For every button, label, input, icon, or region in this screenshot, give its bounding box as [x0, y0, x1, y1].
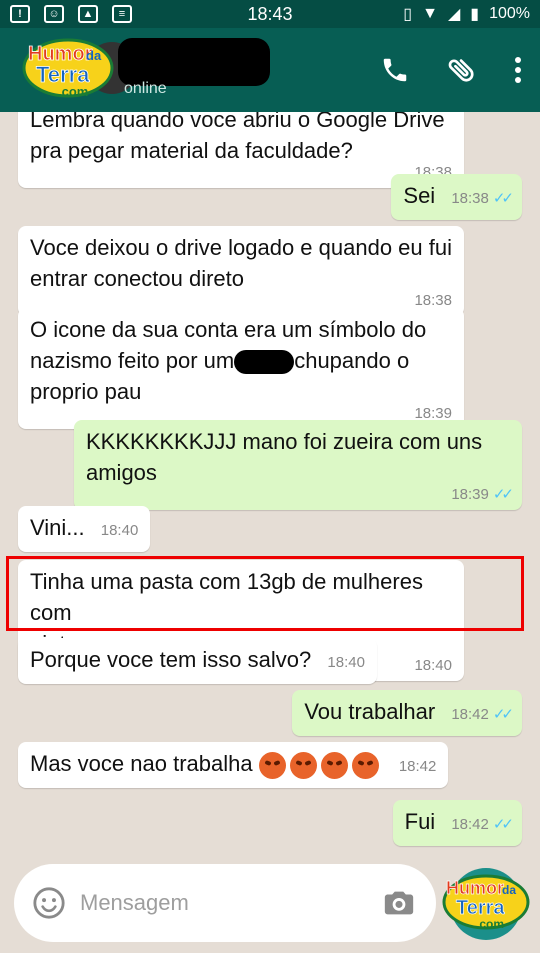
message-bubble[interactable]: Vini... 18:40 [18, 506, 151, 552]
phone-icon[interactable] [380, 55, 410, 85]
message-text: Sei [403, 183, 436, 208]
battery-level: 100% [489, 5, 530, 22]
humordaterra-logo: Humor da Terra .com [22, 38, 114, 99]
message-text: nazismo feito por um [30, 348, 235, 373]
read-receipt-icon: ✓✓ [492, 190, 514, 207]
contact-status: online [124, 80, 167, 97]
angry-face-icon [320, 751, 348, 779]
wifi-icon: ▼ [422, 5, 438, 22]
message-text: Vini... [30, 515, 85, 540]
message-text: amigos [86, 460, 157, 485]
svg-text:.com: .com [476, 917, 504, 931]
battery-icon: ▮ [470, 6, 480, 23]
svg-text:.com: .com [58, 84, 88, 99]
message-text: chupando o [294, 348, 410, 373]
message-text: Porque voce tem isso salvo? [30, 647, 312, 672]
message-text: Mas voce nao trabalha [30, 751, 253, 776]
humordaterra-watermark-logo: Humor da Terra .com [442, 868, 530, 940]
message-time: 18:40 [100, 522, 139, 539]
read-receipt-icon: ✓✓ [492, 706, 514, 723]
more-options-icon[interactable] [514, 55, 522, 85]
message-input[interactable] [80, 886, 370, 920]
message-text: pra pegar material da faculdade? [30, 138, 353, 163]
message-notification-icon: ☺ [44, 5, 64, 23]
message-text: Vou trabalhar [304, 699, 436, 724]
message-meta: 18:39 ✓✓ [86, 486, 514, 504]
chat-header: Humor da Terra .com online [0, 28, 540, 112]
contact-name-redacted[interactable] [118, 38, 270, 86]
message-list[interactable]: Lembra quando voce abriu o Google Drive … [0, 112, 540, 858]
message-time: 18:40 [327, 654, 365, 671]
redaction-mark [234, 350, 295, 375]
image-notification-icon: ▲ [78, 5, 98, 23]
message-text: Tinha uma pasta com 13gb de mulheres com [30, 569, 423, 625]
svg-text:da: da [502, 883, 516, 897]
message-text: Lembra quando voce abriu o Google Drive [30, 112, 445, 132]
alert-notification-icon: ! [10, 5, 30, 23]
message-time: 18:38 [414, 164, 452, 181]
message-bubble[interactable]: Porque voce tem isso salvo? 18:40 [18, 638, 377, 684]
message-text: KKKKKKKKJJJ mano foi zueira com uns [86, 429, 483, 454]
emoji-icon[interactable] [32, 886, 66, 920]
angry-face-icon [289, 751, 317, 779]
message-time: 18:42 [451, 816, 489, 833]
angry-face-icon [351, 751, 379, 779]
camera-icon[interactable] [382, 886, 416, 920]
svg-text:Humor: Humor [446, 878, 504, 898]
signal-icon: ◢ [447, 6, 461, 23]
message-text: Voce deixou o drive logado e quando eu f… [30, 235, 452, 260]
message-text: O icone da sua conta era um símbolo do [30, 317, 427, 342]
news-notification-icon: ≡ [112, 5, 132, 23]
status-bar: ! ☺ ▲ ≡ 18:43 ▯ ▼ ◢ ▮ 100% [0, 0, 540, 28]
message-time: 18:39 [451, 486, 489, 503]
message-text: Fui [404, 809, 436, 834]
message-bubble[interactable]: Vou trabalhar 18:42 ✓✓ [292, 690, 522, 736]
angry-face-icon [258, 751, 286, 779]
message-bubble[interactable]: O icone da sua conta era um símbolo do n… [18, 308, 464, 429]
message-time: 18:42 [398, 758, 437, 775]
message-bubble[interactable]: Sei 18:38 ✓✓ [391, 174, 522, 220]
vibrate-icon: ▯ [403, 6, 413, 23]
svg-text:Terra: Terra [456, 897, 505, 919]
message-bubble[interactable]: Mas voce nao trabalha 18:42 [18, 742, 449, 788]
svg-text:da: da [86, 48, 102, 63]
message-bubble[interactable]: Voce deixou o drive logado e quando eu f… [18, 226, 464, 316]
message-text: entrar conectou direto [30, 266, 245, 291]
message-bubble[interactable]: Fui 18:42 ✓✓ [392, 800, 522, 846]
read-receipt-icon: ✓✓ [492, 816, 514, 833]
status-time: 18:43 [247, 3, 293, 24]
paperclip-icon[interactable] [446, 54, 478, 86]
message-bubble[interactable]: KKKKKKKKJJJ mano foi zueira com uns amig… [74, 420, 522, 510]
message-time: 18:42 [451, 706, 489, 723]
message-time: 18:38 [451, 190, 489, 207]
read-receipt-icon: ✓✓ [492, 486, 514, 503]
message-composer [14, 864, 436, 942]
message-text: proprio pau [30, 379, 142, 404]
